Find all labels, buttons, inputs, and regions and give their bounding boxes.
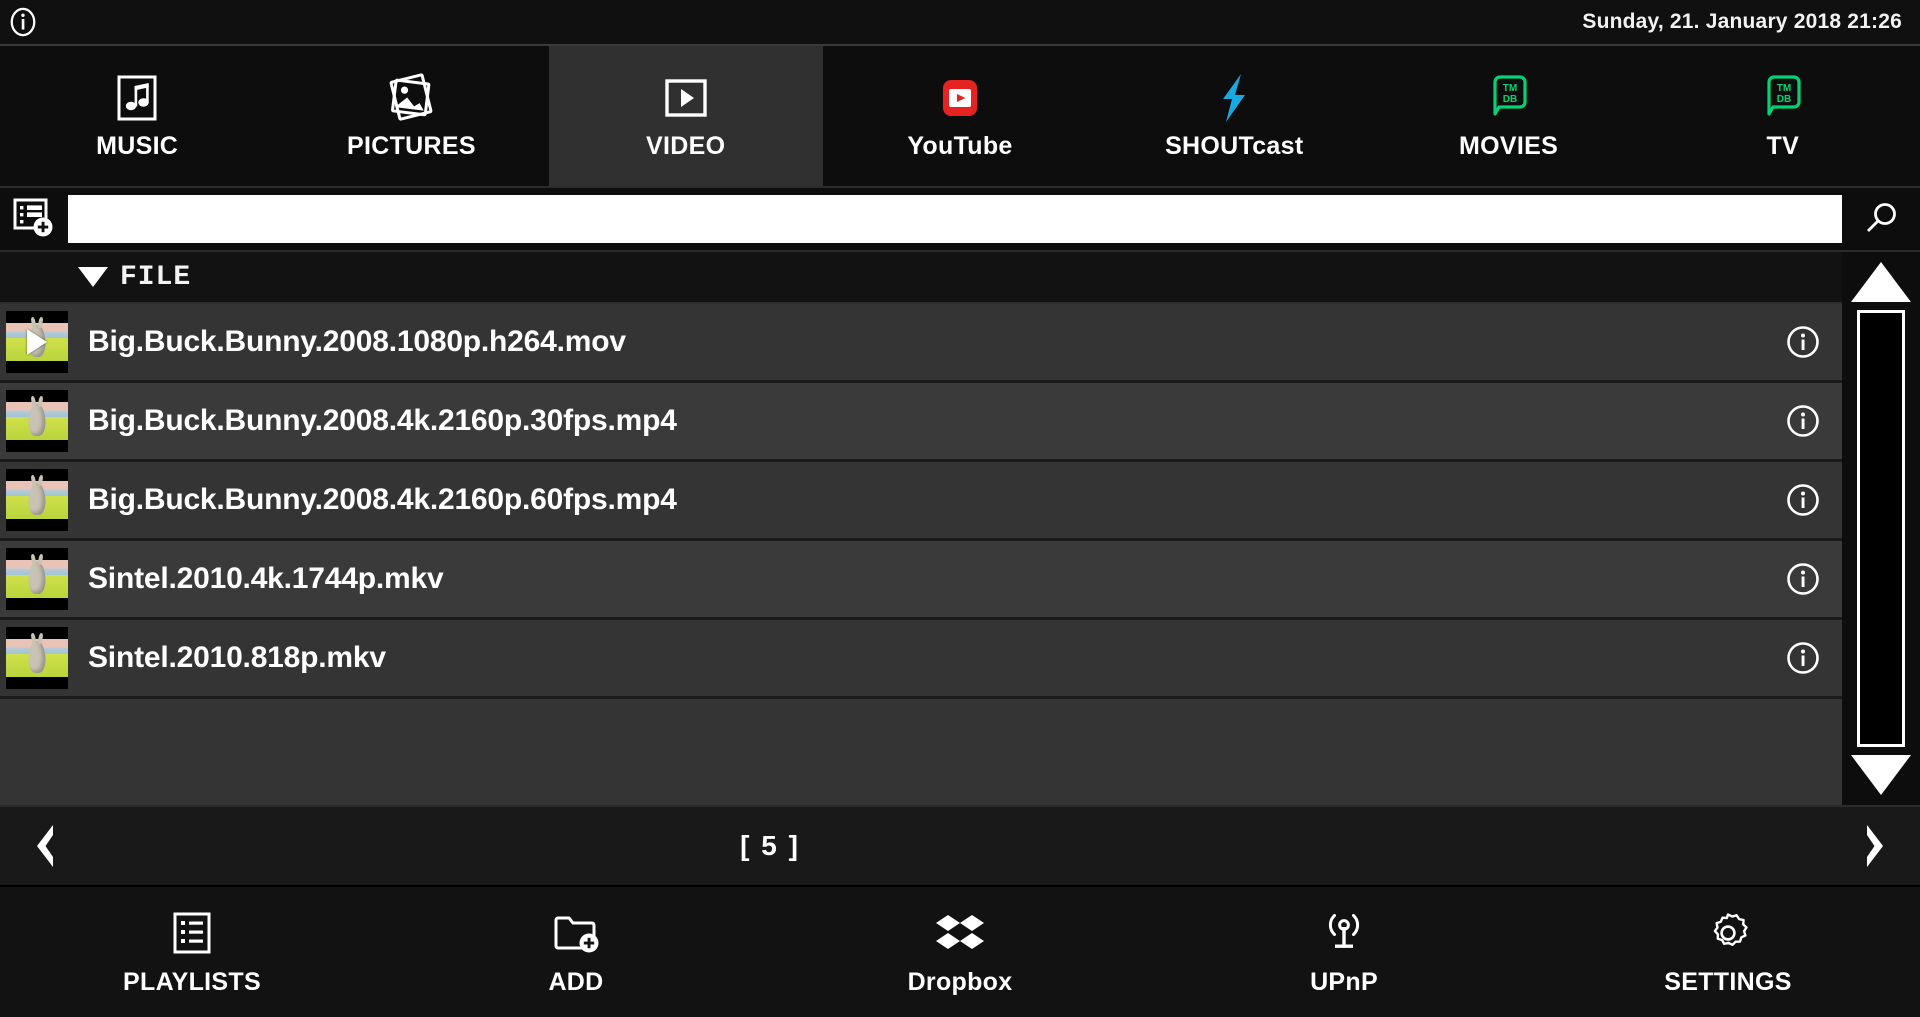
thumbnail <box>6 627 68 689</box>
file-name: Big.Buck.Bunny.2008.1080p.h264.mov <box>88 325 626 358</box>
tab-music[interactable]: MUSIC <box>0 46 275 186</box>
pagination-bar: [ 5 ] <box>0 805 1920 887</box>
table-row[interactable]: Big.Buck.Bunny.2008.4k.2160p.60fps.mp4 <box>0 462 1842 541</box>
table-row[interactable]: Big.Buck.Bunny.2008.4k.2160p.30fps.mp4 <box>0 383 1842 462</box>
tab-youtube[interactable]: YouTube <box>822 46 1098 186</box>
playlist-icon <box>169 908 215 958</box>
bottom-item-label: SETTINGS <box>1664 967 1792 996</box>
bottom-item-settings[interactable]: SETTINGS <box>1536 887 1920 1017</box>
thumbnail <box>6 390 68 452</box>
file-list-column: FILE Big.Buck.Bunny.2008.1080p.h264.mov <box>0 252 1842 805</box>
svg-text:DB: DB <box>1777 94 1791 105</box>
info-circle-icon[interactable] <box>1764 641 1842 675</box>
tab-label: MOVIES <box>1459 131 1559 160</box>
tab-label: VIDEO <box>646 131 726 160</box>
gear-icon <box>1704 908 1752 958</box>
info-circle-icon[interactable] <box>1764 325 1842 359</box>
playlist-add-icon[interactable] <box>0 188 68 250</box>
triangle-up-icon[interactable] <box>1851 262 1911 302</box>
svg-text:TM: TM <box>1502 83 1516 94</box>
svg-text:TM: TM <box>1777 83 1791 94</box>
status-bar: Sunday, 21. January 2018 21:26 <box>0 0 1920 46</box>
vertical-scrollbar[interactable] <box>1842 252 1920 805</box>
youtube-icon <box>934 72 986 124</box>
chevron-right-icon[interactable] <box>1830 807 1920 885</box>
info-circle-icon[interactable] <box>1764 483 1842 517</box>
bottom-item-dropbox[interactable]: Dropbox <box>768 887 1152 1017</box>
tab-video[interactable]: VIDEO <box>548 46 823 186</box>
empty-list-space <box>0 699 1842 805</box>
status-clock: Sunday, 21. January 2018 21:26 <box>1582 10 1902 33</box>
file-name: Sintel.2010.4k.1744p.mkv <box>88 562 444 595</box>
folder-add-icon <box>551 908 601 958</box>
tab-label: YouTube <box>907 131 1013 160</box>
play-icon <box>27 329 47 355</box>
tab-label: TV <box>1766 131 1800 160</box>
tab-pictures[interactable]: PICTURES <box>274 46 549 186</box>
caret-down-icon <box>78 267 108 287</box>
thumbnail <box>6 311 68 373</box>
tab-shoutcast[interactable]: SHOUTcast <box>1097 46 1372 186</box>
column-header-label: FILE <box>120 261 192 293</box>
tab-movies[interactable]: TM DB MOVIES <box>1371 46 1646 186</box>
file-name: Big.Buck.Bunny.2008.4k.2160p.30fps.mp4 <box>88 404 677 437</box>
bottom-item-label: UPnP <box>1310 967 1378 996</box>
tab-label: PICTURES <box>347 131 476 160</box>
page-count-label: [ 5 ] <box>740 830 800 861</box>
tab-label: MUSIC <box>96 131 179 160</box>
file-name: Sintel.2010.818p.mkv <box>88 641 386 674</box>
bottom-item-playlists[interactable]: PLAYLISTS <box>0 887 384 1017</box>
info-circle-icon[interactable] <box>1764 404 1842 438</box>
file-name: Big.Buck.Bunny.2008.4k.2160p.60fps.mp4 <box>88 483 677 516</box>
scrollbar-thumb[interactable] <box>1857 310 1905 747</box>
bottom-item-label: PLAYLISTS <box>123 967 261 996</box>
table-row[interactable]: Sintel.2010.818p.mkv <box>0 620 1842 699</box>
video-play-icon <box>660 72 712 124</box>
tab-tv[interactable]: TM DB TV <box>1645 46 1920 186</box>
info-circle-icon[interactable] <box>1764 562 1842 596</box>
triangle-down-icon[interactable] <box>1851 755 1911 795</box>
bottom-item-label: ADD <box>548 967 604 996</box>
bottom-item-upnp[interactable]: UPnP <box>1152 887 1536 1017</box>
thumbnail <box>6 469 68 531</box>
bottom-toolbar: PLAYLISTS ADD Dropbox UPnP SETTINGS <box>0 887 1920 1017</box>
shoutcast-bolt-icon <box>1208 72 1260 124</box>
search-input[interactable] <box>68 195 1842 243</box>
app-window: Sunday, 21. January 2018 21:26 MUSIC PIC… <box>0 0 1920 1017</box>
tab-label: SHOUTcast <box>1165 131 1304 160</box>
photos-icon <box>385 72 437 124</box>
thumbnail <box>6 548 68 610</box>
file-list-area: FILE Big.Buck.Bunny.2008.1080p.h264.mov <box>0 252 1920 805</box>
bottom-item-add[interactable]: ADD <box>384 887 768 1017</box>
column-header-file[interactable]: FILE <box>0 252 1842 304</box>
search-bar <box>0 188 1920 252</box>
top-tab-bar: MUSIC PICTURES VIDEO YouTube SHOUTcast T… <box>0 46 1920 188</box>
table-row[interactable]: Sintel.2010.4k.1744p.mkv <box>0 541 1842 620</box>
table-row[interactable]: Big.Buck.Bunny.2008.1080p.h264.mov <box>0 304 1842 383</box>
dropbox-icon <box>934 908 986 958</box>
info-circle-icon[interactable] <box>8 7 38 37</box>
svg-text:DB: DB <box>1502 94 1516 105</box>
music-note-icon <box>111 72 163 124</box>
search-icon[interactable] <box>1842 188 1920 250</box>
file-rows: Big.Buck.Bunny.2008.1080p.h264.mov Big.B… <box>0 304 1842 805</box>
tmdb-icon: TM DB <box>1757 72 1809 124</box>
upnp-antenna-icon <box>1320 908 1368 958</box>
tmdb-icon: TM DB <box>1483 72 1535 124</box>
bottom-item-label: Dropbox <box>907 967 1013 996</box>
